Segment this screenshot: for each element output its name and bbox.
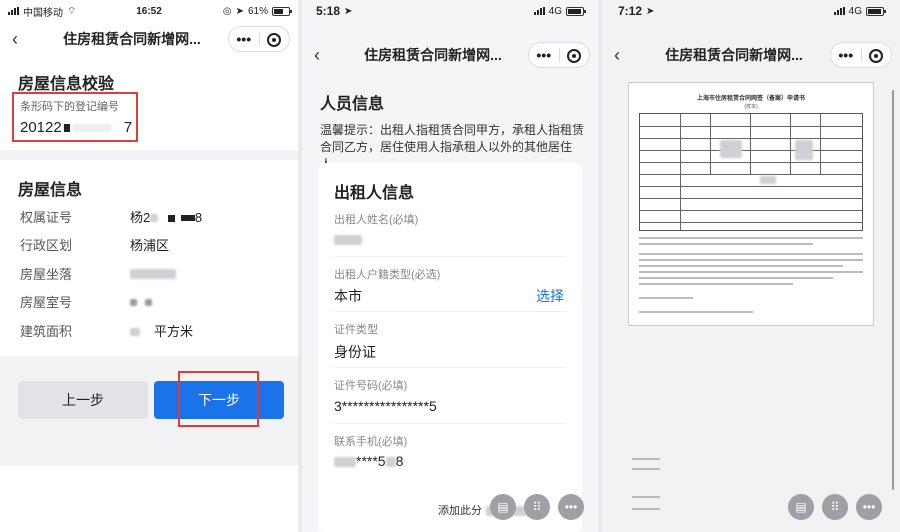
row-value: 杨浦区: [130, 237, 170, 253]
landlord-name-input[interactable]: [334, 231, 362, 247]
close-miniapp-icon[interactable]: [560, 47, 590, 64]
location-icon: ➤: [344, 5, 353, 17]
more-icon[interactable]: •••: [529, 47, 559, 63]
row-value: 杨2 8: [130, 209, 203, 225]
more-float-icon[interactable]: •••: [856, 494, 882, 520]
screen-person-info: 5:18 ➤ 4G ‹ 住房租赁合同新增网... ••• 人员信息 温馨提示：出租…: [302, 0, 598, 532]
person-info-title: 人员信息: [320, 96, 385, 113]
nav-title: 住房租赁合同新增网...: [364, 47, 502, 63]
status-time: 7:12: [618, 4, 643, 18]
doc-subtitle: (样本): [744, 104, 758, 110]
row-label: 权属证号: [20, 209, 73, 225]
row-label: 房屋坐落: [20, 266, 73, 282]
close-miniapp-icon[interactable]: [862, 47, 892, 64]
nav-bar: ‹ 住房租赁合同新增网... •••: [0, 22, 298, 56]
save-float-icon[interactable]: ▤: [788, 494, 814, 520]
landlord-card: 出租人信息 出租人姓名(必填) 出租人户籍类型(必选) 本市 选择 证件类型 身…: [318, 163, 582, 532]
signal-icon: [833, 7, 845, 15]
back-button[interactable]: ‹: [602, 45, 632, 66]
floating-buttons: ▤ ⠿ •••: [490, 494, 584, 520]
back-button[interactable]: ‹: [302, 45, 332, 66]
status-time: 5:18: [316, 4, 341, 18]
battery-icon: [566, 6, 586, 16]
more-icon[interactable]: •••: [831, 47, 861, 63]
id-type-value[interactable]: 身份证: [334, 342, 376, 362]
row-room: 房屋室号: [20, 290, 288, 312]
row-label: 行政区划: [20, 237, 73, 253]
row-area: 建筑面积 平方米: [20, 319, 288, 341]
row-value: 平方米: [130, 321, 193, 340]
reg-number-suffix: 7: [123, 119, 133, 136]
document-scrollbar[interactable]: [892, 90, 894, 490]
screen-application-document: 7:12 ➤ 4G ‹ 住房租赁合同新增网... ••• 上海市住房租赁合同网签（…: [602, 0, 900, 532]
miniapp-capsule: •••: [830, 42, 892, 68]
row-label: 房屋室号: [20, 294, 73, 310]
field-label: 证件类型: [334, 324, 378, 336]
id-number-input[interactable]: 3****************5: [334, 398, 437, 414]
reg-number-label: 条形码下的登记编号: [20, 101, 119, 113]
doc-table: [639, 113, 863, 231]
highlight-box: [178, 371, 259, 427]
reg-number-input[interactable]: 20122 7: [20, 119, 132, 136]
signal-icon: [533, 7, 545, 15]
row-value-blurred: [130, 266, 176, 281]
wifi-icon: ⌔: [67, 5, 77, 17]
row-label: 建筑面积: [20, 323, 73, 339]
battery-percent: 61%: [247, 5, 268, 17]
status-bar: 7:12 ➤ 4G: [602, 0, 900, 22]
battery-icon: [866, 6, 886, 16]
nav-bar: ‹ 住房租赁合同新增网... •••: [602, 38, 900, 72]
close-miniapp-icon[interactable]: [260, 31, 290, 48]
section-divider: [0, 150, 298, 160]
prev-step-button[interactable]: 上一步: [18, 381, 148, 419]
grid-float-icon[interactable]: ⠿: [822, 494, 848, 520]
status-bar: 中国移动 ⌔ 16:52 ◎ ➤ 61%: [0, 0, 298, 22]
field-label: 联系手机(必填): [334, 436, 408, 448]
grid-float-icon[interactable]: ⠿: [524, 494, 550, 520]
screen-house-verification: 中国移动 ⌔ 16:52 ◎ ➤ 61% ‹ 住房租赁合同新增网... ••• …: [0, 0, 298, 532]
field-label: 出租人户籍类型(必选): [334, 269, 441, 281]
more-float-icon[interactable]: •••: [558, 494, 584, 520]
floating-buttons: ▤ ⠿ •••: [788, 494, 882, 520]
card-title: 出租人信息: [334, 185, 415, 202]
network-label: 4G: [548, 5, 562, 17]
nav-title: 住房租赁合同新增网...: [63, 31, 201, 47]
application-document: 上海市住房租赁合同网签（备案）申请书 (样本): [628, 82, 874, 326]
row-location: 房屋坐落: [20, 262, 288, 284]
location-icon: ➤: [646, 5, 655, 17]
house-info-title: 房屋信息: [18, 182, 83, 199]
miniapp-capsule: •••: [528, 42, 590, 68]
alarm-icon: ◎: [222, 5, 232, 17]
miniapp-capsule: •••: [228, 26, 290, 52]
battery-icon: [272, 6, 292, 16]
row-property-cert: 权属证号 杨2 8: [20, 205, 288, 227]
field-label: 证件号码(必填): [334, 380, 408, 392]
network-label: 4G: [848, 5, 862, 17]
field-label: 出租人姓名(必填): [334, 214, 419, 226]
reg-number-prefix: 20122: [20, 119, 62, 136]
doc-title: 上海市住房租赁合同网签（备案）申请书: [696, 96, 805, 102]
verify-title: 房屋信息校验: [18, 76, 115, 93]
nav-bar: ‹ 住房租赁合同新增网... •••: [302, 38, 598, 72]
status-bar: 5:18 ➤ 4G: [302, 0, 598, 22]
nav-title: 住房租赁合同新增网...: [665, 47, 803, 63]
carrier-label: 中国移动: [23, 7, 63, 19]
location-icon: ➤: [235, 5, 244, 17]
row-district: 行政区划 杨浦区: [20, 233, 288, 255]
row-value-blurred: [130, 294, 152, 309]
signal-icon: [8, 7, 19, 15]
back-button[interactable]: ‹: [0, 29, 30, 50]
select-link[interactable]: 选择: [536, 286, 564, 306]
phone-input[interactable]: ****5 8: [334, 453, 403, 469]
more-icon[interactable]: •••: [229, 31, 259, 47]
household-type-value[interactable]: 本市: [334, 286, 362, 306]
save-float-icon[interactable]: ▤: [490, 494, 516, 520]
